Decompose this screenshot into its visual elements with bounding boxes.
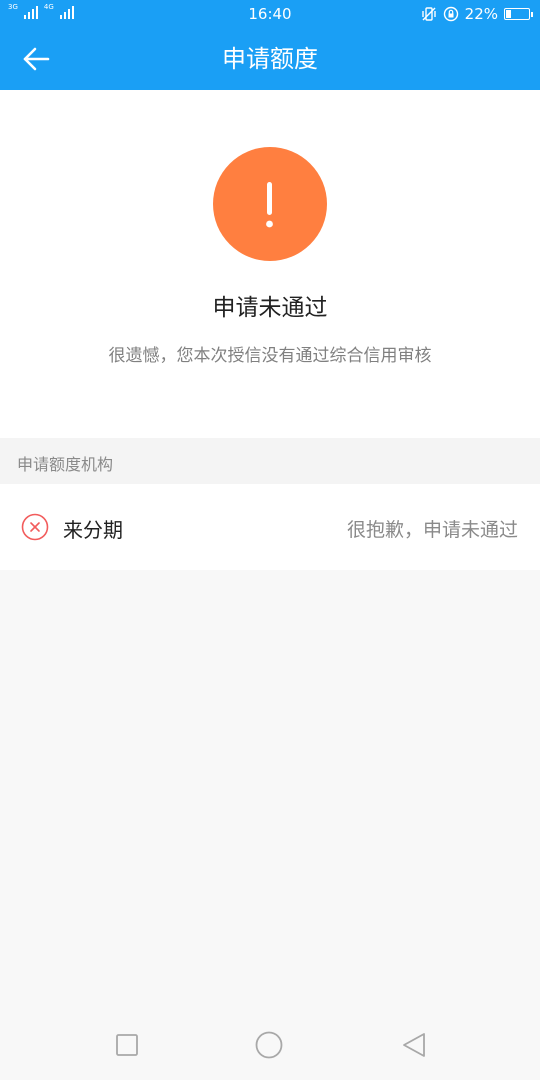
section-header: 申请额度机构 <box>0 438 540 484</box>
recents-button[interactable] <box>112 1030 142 1060</box>
battery-fill <box>506 10 512 18</box>
rotation-lock-icon <box>443 6 458 22</box>
status-right-group: 22% <box>421 5 533 23</box>
section-header-label: 申请额度机构 <box>17 455 114 474</box>
page-title: 申请额度 <box>222 45 318 73</box>
circle-icon <box>255 1031 283 1059</box>
result-title: 申请未通过 <box>212 295 328 321</box>
system-back-button[interactable] <box>399 1030 429 1060</box>
result-panel: 申请未通过 很遗憾，您本次授信没有通过综合信用审核 <box>0 90 540 438</box>
status-bar: 3G 4G 16:40 22% <box>0 0 540 28</box>
institution-status: 很抱歉，申请未通过 <box>346 519 518 541</box>
list-item[interactable]: 来分期 很抱歉，申请未通过 <box>0 484 540 570</box>
battery-percentage: 22% <box>464 5 498 23</box>
fail-circle-icon <box>21 513 49 541</box>
exclamation-mark-glyph <box>266 182 273 228</box>
home-button[interactable] <box>254 1030 284 1060</box>
triangle-back-icon <box>403 1033 425 1057</box>
result-description: 很遗憾，您本次授信没有通过综合信用审核 <box>108 346 432 366</box>
nav-bar: 申请额度 <box>0 28 540 90</box>
system-navigation-bar <box>0 1008 540 1080</box>
battery-icon <box>504 8 533 20</box>
institution-name: 来分期 <box>63 518 123 542</box>
square-icon <box>116 1034 138 1056</box>
exclamation-icon <box>213 147 327 261</box>
vibrate-icon <box>421 7 436 21</box>
